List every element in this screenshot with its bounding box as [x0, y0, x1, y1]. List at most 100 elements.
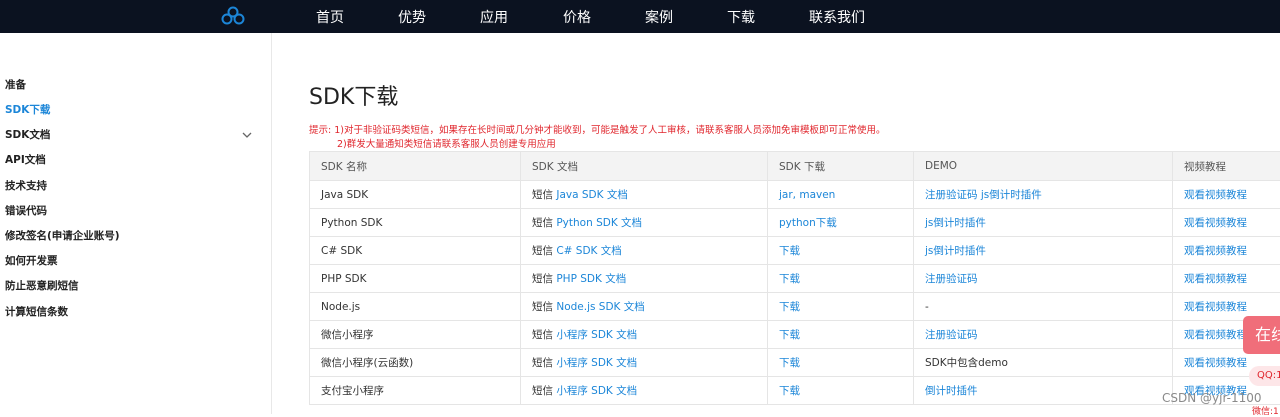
cell-video-tutorial: 观看视频教程	[1173, 181, 1280, 209]
table-row: Python SDK短信 Python SDK 文档python下载js倒计时插…	[310, 209, 1280, 237]
cell-sdk-download: 下载	[768, 237, 914, 265]
sidebar-item-error-codes[interactable]: 错误代码	[5, 203, 47, 218]
table-row: Node.js短信 Node.js SDK 文档下载 -观看视频教程	[310, 293, 1280, 321]
doc-prefix-label: 短信	[532, 329, 553, 341]
cloud-logo-icon[interactable]	[221, 6, 245, 26]
sidebar-item-prepare[interactable]: 准备	[5, 77, 26, 92]
video-tutorial-link[interactable]: 观看视频教程	[1184, 245, 1247, 257]
video-tutorial-link[interactable]: 观看视频教程	[1184, 329, 1247, 341]
table-row: 微信小程序短信 小程序 SDK 文档下载注册验证码观看视频教程	[310, 321, 1280, 349]
sidebar-item-anti-abuse[interactable]: 防止恶意刷短信	[5, 278, 79, 293]
nav-home[interactable]: 首页	[316, 7, 344, 27]
qq-contact-pill[interactable]: QQ:1	[1249, 366, 1280, 386]
header-demo: DEMO	[914, 152, 1173, 181]
main-nav: 首页 优势 应用 价格 案例 下载 联系我们	[294, 0, 865, 33]
sdk-docs-link[interactable]: 小程序 SDK 文档	[556, 357, 637, 369]
nav-download[interactable]: 下载	[727, 7, 755, 27]
nav-pricing[interactable]: 价格	[563, 7, 591, 27]
doc-prefix-label: 短信	[532, 357, 553, 369]
sdk-download-link[interactable]: jar, maven	[779, 189, 835, 201]
notice-text: 提示: 1)对于非验证码类短信，如果存在长时间或几分钟才能收到，可能是触发了人工…	[309, 124, 885, 151]
sdk-download-table: SDK 名称 SDK 文档 SDK 下载 DEMO 视频教程 Java SDK短…	[309, 151, 1280, 405]
sdk-download-link[interactable]: 下载	[779, 273, 800, 285]
sidebar-item-tech-support[interactable]: 技术支持	[5, 178, 47, 193]
sdk-docs-link[interactable]: Node.js SDK 文档	[556, 301, 644, 313]
sidebar-item-sdk-docs[interactable]: SDK文档	[5, 127, 50, 142]
cell-sdk-docs: 短信 Python SDK 文档	[521, 209, 768, 237]
sidebar-item-api-docs[interactable]: API文档	[5, 152, 46, 167]
sidebar-item-sms-count[interactable]: 计算短信条数	[5, 304, 68, 319]
top-nav-bar: 首页 优势 应用 价格 案例 下载 联系我们	[0, 0, 1280, 33]
cell-sdk-docs: 短信 Node.js SDK 文档	[521, 293, 768, 321]
cell-sdk-name: PHP SDK	[310, 265, 521, 293]
sdk-docs-link[interactable]: 小程序 SDK 文档	[556, 329, 637, 341]
cell-sdk-docs: 短信 PHP SDK 文档	[521, 265, 768, 293]
cell-sdk-download: python下载	[768, 209, 914, 237]
sdk-download-link[interactable]: 下载	[779, 245, 800, 257]
sdk-download-link[interactable]: 下载	[779, 385, 800, 397]
video-tutorial-link[interactable]: 观看视频教程	[1184, 357, 1247, 369]
cell-sdk-name: Node.js	[310, 293, 521, 321]
sidebar-item-invoice[interactable]: 如何开发票	[5, 253, 58, 268]
demo-link[interactable]: js倒计时插件	[925, 217, 986, 229]
video-tutorial-link[interactable]: 观看视频教程	[1184, 273, 1247, 285]
demo-link[interactable]: 注册验证码 js倒计时插件	[925, 189, 1042, 201]
chevron-down-icon[interactable]	[242, 131, 252, 139]
cell-sdk-name: 支付宝小程序	[310, 377, 521, 405]
doc-prefix-label: 短信	[532, 385, 553, 397]
csdn-watermark: CSDN @yjr-1100	[1162, 391, 1262, 405]
cell-sdk-name: C# SDK	[310, 237, 521, 265]
video-tutorial-link[interactable]: 观看视频教程	[1184, 189, 1247, 201]
online-service-tab[interactable]: 在线	[1243, 316, 1280, 354]
sdk-docs-link[interactable]: Python SDK 文档	[556, 217, 642, 229]
cell-sdk-docs: 短信 C# SDK 文档	[521, 237, 768, 265]
sdk-docs-link[interactable]: Java SDK 文档	[556, 189, 628, 201]
sdk-download-link[interactable]: 下载	[779, 357, 800, 369]
cell-demo: js倒计时插件	[914, 237, 1173, 265]
nav-contact[interactable]: 联系我们	[809, 7, 865, 27]
table-row: PHP SDK短信 PHP SDK 文档下载注册验证码观看视频教程	[310, 265, 1280, 293]
cell-sdk-name: 微信小程序	[310, 321, 521, 349]
sidebar-item-modify-signature[interactable]: 修改签名(申请企业账号)	[5, 228, 120, 243]
cell-video-tutorial: 观看视频教程	[1173, 237, 1280, 265]
cell-sdk-docs: 短信 小程序 SDK 文档	[521, 349, 768, 377]
cell-sdk-download: 下载	[768, 265, 914, 293]
video-tutorial-link[interactable]: 观看视频教程	[1184, 301, 1247, 313]
demo-link[interactable]: js倒计时插件	[925, 245, 986, 257]
cell-sdk-docs: 短信 Java SDK 文档	[521, 181, 768, 209]
doc-prefix-label: 短信	[532, 189, 553, 201]
sdk-download-link[interactable]: python下载	[779, 217, 837, 229]
sdk-docs-link[interactable]: C# SDK 文档	[556, 245, 621, 257]
cell-demo: 注册验证码	[914, 321, 1173, 349]
cell-demo: js倒计时插件	[914, 209, 1173, 237]
table-header-row: SDK 名称 SDK 文档 SDK 下载 DEMO 视频教程	[310, 152, 1280, 181]
doc-prefix-label: 短信	[532, 273, 553, 285]
sdk-download-link[interactable]: 下载	[779, 329, 800, 341]
demo-link[interactable]: 注册验证码	[925, 329, 978, 341]
nav-cases[interactable]: 案例	[645, 7, 673, 27]
cell-demo: SDK中包含demo	[914, 349, 1173, 377]
cell-sdk-download: 下载	[768, 349, 914, 377]
doc-prefix-label: 短信	[532, 217, 553, 229]
cell-sdk-docs: 短信 小程序 SDK 文档	[521, 321, 768, 349]
demo-text: SDK中包含demo	[925, 357, 1008, 369]
sdk-docs-link[interactable]: 小程序 SDK 文档	[556, 385, 637, 397]
nav-applications[interactable]: 应用	[480, 7, 508, 27]
nav-advantages[interactable]: 优势	[398, 7, 426, 27]
cell-sdk-download: 下载	[768, 293, 914, 321]
sdk-download-link[interactable]: 下载	[779, 301, 800, 313]
table-row: Java SDK短信 Java SDK 文档jar, maven注册验证码 js…	[310, 181, 1280, 209]
cell-video-tutorial: 观看视频教程	[1173, 209, 1280, 237]
video-tutorial-link[interactable]: 观看视频教程	[1184, 217, 1247, 229]
cell-sdk-download: 下载	[768, 321, 914, 349]
wechat-contact-text: 微信:1	[1252, 404, 1279, 417]
demo-link[interactable]: 注册验证码	[925, 273, 978, 285]
demo-link[interactable]: 倒计时插件	[925, 385, 978, 397]
sdk-docs-link[interactable]: PHP SDK 文档	[556, 273, 626, 285]
cell-demo: -	[914, 293, 1173, 321]
sidebar-item-sdk-download[interactable]: SDK下载	[5, 102, 50, 117]
doc-prefix-label: 短信	[532, 245, 553, 257]
cell-sdk-name: Python SDK	[310, 209, 521, 237]
cell-sdk-download: 下载	[768, 377, 914, 405]
header-video-tutorial: 视频教程	[1173, 152, 1280, 181]
